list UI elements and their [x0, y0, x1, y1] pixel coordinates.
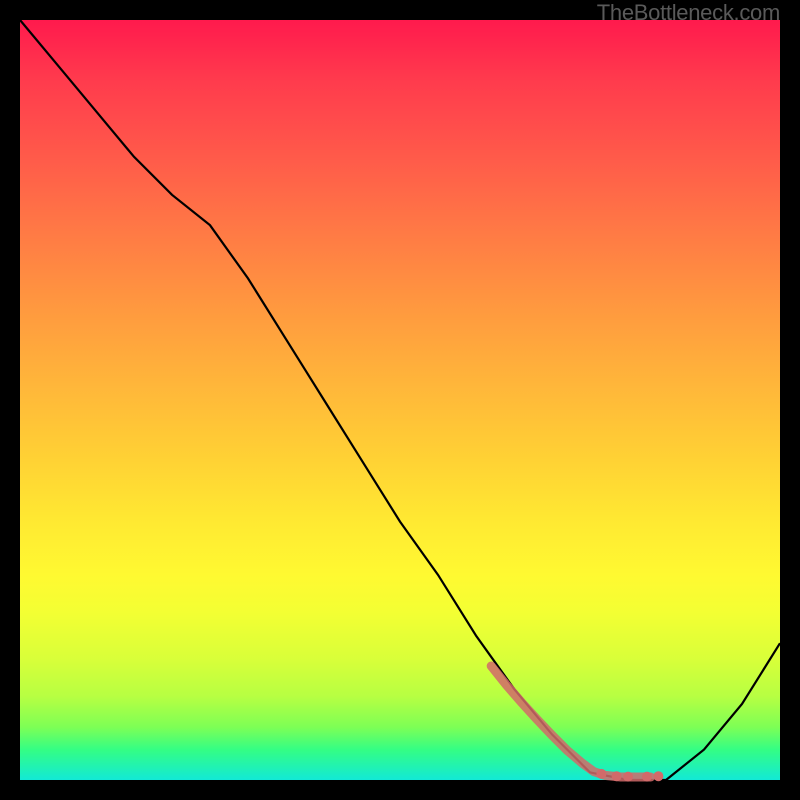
chart-plot-area	[20, 20, 780, 780]
curve-line	[20, 20, 780, 780]
watermark-text: TheBottleneck.com	[597, 0, 780, 26]
chart-svg	[20, 20, 780, 780]
highlight-dots	[491, 666, 663, 782]
